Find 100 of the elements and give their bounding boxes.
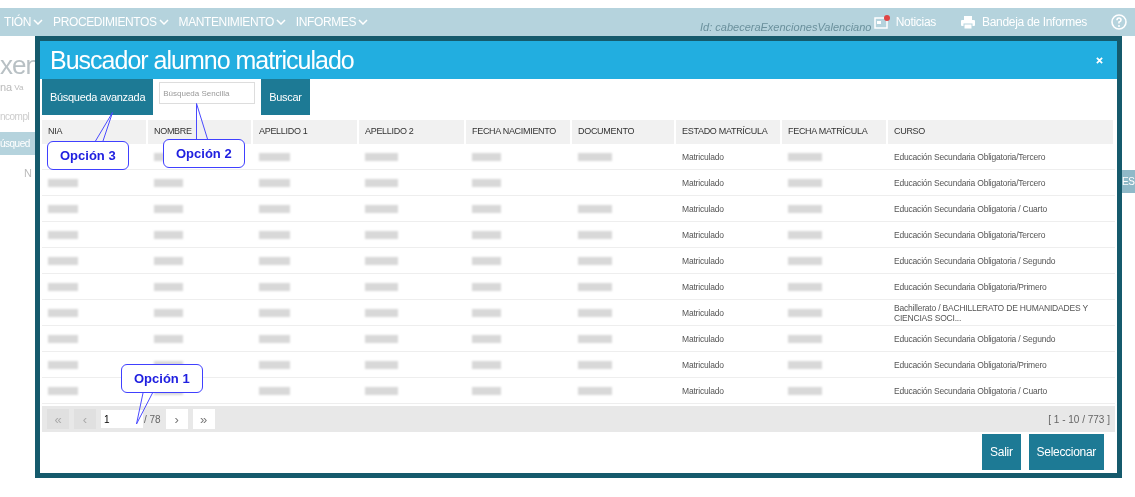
redacted-text (788, 308, 822, 317)
redacted-text (154, 334, 183, 343)
exit-button[interactable]: Salir (982, 434, 1021, 470)
column-header[interactable]: FECHA MATRÍCULA (782, 120, 886, 144)
redacted-text (259, 256, 290, 265)
redacted-text (472, 308, 501, 317)
redacted-text (578, 204, 612, 213)
redacted-text (154, 308, 183, 317)
redacted-text (48, 334, 78, 343)
table-cell: Matriculado (682, 333, 724, 344)
redacted-text (48, 178, 78, 187)
callout: Opción 1 (121, 364, 203, 393)
search-field[interactable]: Búsqueda Sencilla (159, 82, 256, 104)
redacted-text (472, 152, 501, 161)
redacted-text (472, 204, 501, 213)
table-cell: Matriculado (682, 151, 724, 162)
table-cell: Matriculado (682, 307, 724, 318)
table-cell: Educación Secundaria Obligatoria/Tercero (894, 177, 1046, 188)
redacted-text (472, 386, 501, 395)
chevron-down-icon (275, 19, 286, 25)
element-id-label: Id: cabeceraExencionesValenciano (700, 21, 872, 33)
redacted-text (259, 230, 290, 239)
redacted-text (365, 178, 398, 187)
redacted-text (259, 152, 290, 161)
redacted-text (578, 282, 612, 291)
page-number-field[interactable]: 1 (101, 410, 143, 428)
redacted-text (365, 152, 398, 161)
redacted-text (472, 256, 501, 265)
chevron-down-icon (358, 19, 368, 25)
redacted-text (259, 334, 290, 343)
dialog-title: Buscador alumno matriculado (50, 45, 354, 75)
column-header[interactable]: APELLIDO 2 (359, 120, 464, 144)
table-cell: Educación Secundaria Obligatoria/Primero (894, 359, 1047, 370)
redacted-text (788, 282, 822, 291)
table-cell: Matriculado (682, 177, 724, 188)
record-range: [ 1 - 10 / 773 ] (1048, 413, 1110, 425)
section-bar: úsqued (0, 132, 35, 155)
table-cell: Educación Secundaria Obligatoria/Tercero (894, 151, 1046, 162)
page-total: / 78 (144, 413, 161, 425)
redacted-text (259, 178, 290, 187)
redacted-text (578, 152, 612, 161)
redacted-text (154, 256, 183, 265)
redacted-text (578, 230, 612, 239)
redacted-text (788, 360, 822, 369)
table-row[interactable]: Matriculado Educación Secundaria Obligatoria / Segundo (42, 248, 1115, 274)
table-cell-text: Bachillerato / BACHILLERATO DE HUMANIDADES Y CIENCIAS SOCI... (894, 302, 1089, 323)
next-page-button[interactable]: › (165, 409, 188, 429)
redacted-text (48, 360, 78, 369)
advanced-search-button[interactable]: Búsqueda avanzada (42, 79, 154, 115)
redacted-text (365, 334, 398, 343)
redacted-text (154, 178, 183, 187)
redacted-text (788, 178, 822, 187)
column-header[interactable]: CURSO (888, 120, 1113, 144)
table-cell: Matriculado (682, 385, 724, 396)
table-row[interactable]: Matriculado Educación Secundaria Obligatoria/Primero (42, 274, 1115, 300)
column-header[interactable]: DOCUMENTO (572, 120, 674, 144)
table-cell: Matriculado (682, 255, 724, 266)
redacted-text (48, 386, 78, 395)
column-header[interactable]: FECHA NACIMIENTO (466, 120, 570, 144)
help-icon[interactable] (1111, 14, 1127, 30)
redacted-text (578, 360, 612, 369)
column-header[interactable]: APELLIDO 1 (253, 120, 357, 144)
select-button[interactable]: Seleccionar (1028, 434, 1104, 470)
redacted-text (365, 282, 398, 291)
redacted-text (365, 360, 398, 369)
close-icon[interactable] (1096, 56, 1103, 64)
redacted-text (259, 308, 290, 317)
redacted-text (788, 256, 822, 265)
redacted-text (472, 230, 501, 239)
redacted-text (578, 386, 612, 395)
redacted-text (48, 204, 78, 213)
table-cell: Educación Secundaria Obligatoria/Primero (894, 281, 1047, 292)
redacted-text (788, 334, 822, 343)
table-row[interactable]: Matriculado Educación Secundaria Obligatoria / Cuarto (42, 196, 1115, 222)
table-row[interactable]: Matriculado Educación Secundaria Obligatoria/Tercero (42, 170, 1115, 196)
redacted-text (259, 282, 290, 291)
redacted-text (154, 282, 183, 291)
callout-pointer (95, 112, 113, 141)
redacted-text (472, 334, 501, 343)
redacted-text (259, 386, 290, 395)
redacted-text (259, 360, 290, 369)
table-row[interactable]: Matriculado Educación Secundaria Obligatoria / Segundo (42, 326, 1115, 352)
redacted-text (472, 282, 501, 291)
table-cell: Educación Secundaria Obligatoria / Cuarto (894, 385, 1047, 396)
redacted-text (578, 256, 612, 265)
redacted-text (154, 204, 183, 213)
callout: Opción 2 (163, 139, 245, 168)
column-header[interactable]: ESTADO MATRÍCULA (676, 120, 780, 144)
page-label: Va (14, 82, 24, 92)
table-cell: Educación Secundaria Obligatoria/Tercero (894, 229, 1046, 240)
table-cell: Educación Secundaria Obligatoria / Segundo (894, 333, 1056, 344)
search-button[interactable]: Buscar (261, 79, 310, 115)
last-page-button[interactable]: » (192, 409, 215, 429)
redacted-text (472, 178, 501, 187)
table-row[interactable]: Matriculado Educación Secundaria Obligatoria/Tercero (42, 222, 1115, 248)
redacted-text (788, 152, 822, 161)
redacted-text (365, 230, 398, 239)
column-header[interactable]: NIA (42, 120, 146, 144)
table-cell: Matriculado (682, 359, 724, 370)
table-row[interactable]: Matriculado Bachillerato / BACHILLERATO DE HUMANIDADES Y CIENCIAS SOCI... (42, 300, 1115, 326)
